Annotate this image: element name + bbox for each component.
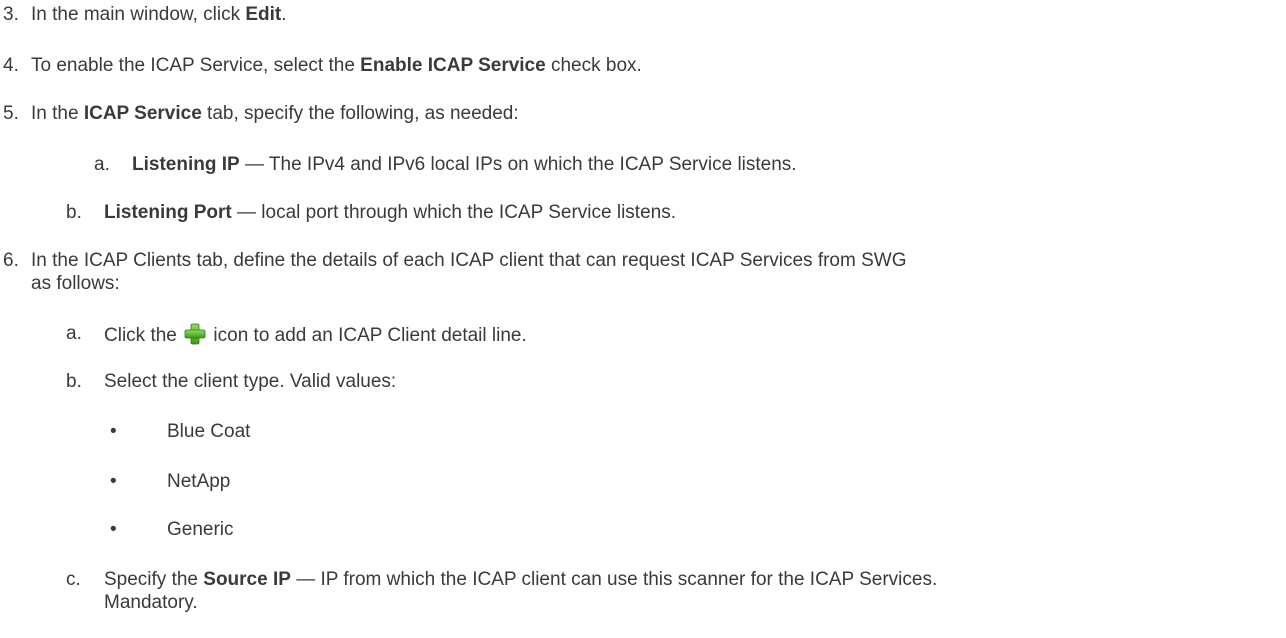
bullet-icon: •	[110, 471, 117, 492]
text-segment: In the	[31, 103, 84, 124]
text-segment: .	[281, 4, 287, 25]
substep-text-line-1: Specify the Source IP — IP from which th…	[104, 569, 937, 591]
text-segment: To enable the ICAP Service, select the	[31, 55, 361, 76]
substep-letter: b.	[66, 371, 82, 392]
substep-text: Listening IP — The IPv4 and IPv6 local I…	[132, 154, 797, 176]
substep-text: Listening Port — local port through whic…	[104, 202, 676, 224]
step-number: 3.	[3, 4, 19, 25]
list-item-label: Generic	[167, 519, 234, 540]
substep-letter: b.	[66, 202, 82, 223]
substep-text-line-2: Mandatory.	[104, 592, 198, 613]
text-segment: tab, specify the following, as needed:	[201, 103, 519, 124]
step-text: In the main window, click Edit.	[31, 4, 287, 26]
step-number: 6.	[3, 250, 19, 271]
bullet-icon: •	[110, 421, 117, 442]
text-segment: — local port through which the ICAP Serv…	[231, 202, 676, 223]
substep-text: Click the icon to add an ICAP Client det…	[104, 323, 527, 347]
bold-segment: Listening Port	[104, 202, 232, 223]
list-item-label: Blue Coat	[167, 421, 251, 442]
step-text: In the ICAP Service tab, specify the fol…	[31, 103, 519, 125]
step-number: 5.	[3, 103, 19, 124]
step-text-line-2: as follows:	[31, 273, 120, 294]
plus-icon	[184, 323, 206, 345]
bold-segment: ICAP Service	[83, 103, 202, 124]
substep-letter: c.	[66, 569, 81, 590]
bullet-icon: •	[110, 519, 117, 540]
list-item-label: NetApp	[167, 471, 231, 492]
bold-segment: Enable ICAP Service	[360, 55, 546, 76]
text-segment: Specify the	[104, 569, 204, 590]
text-segment: Click the	[104, 325, 183, 346]
bold-segment: Listening IP	[132, 154, 240, 175]
text-segment: In the main window, click	[31, 4, 246, 25]
text-segment: — The IPv4 and IPv6 local IPs on which t…	[239, 154, 797, 175]
text-segment: — IP from which the ICAP client can use …	[290, 569, 938, 590]
substep-text: Select the client type. Valid values:	[104, 371, 397, 392]
text-segment: icon to add an ICAP Client detail line.	[208, 325, 527, 346]
substep-letter: a.	[94, 154, 110, 175]
step-text-line-1: In the ICAP Clients tab, define the deta…	[31, 250, 907, 271]
text-segment: check box.	[545, 55, 642, 76]
bold-segment: Source IP	[203, 569, 291, 590]
substep-letter: a.	[66, 323, 82, 344]
step-text: To enable the ICAP Service, select the E…	[31, 55, 642, 77]
step-number: 4.	[3, 55, 19, 76]
bold-segment: Edit	[245, 4, 282, 25]
